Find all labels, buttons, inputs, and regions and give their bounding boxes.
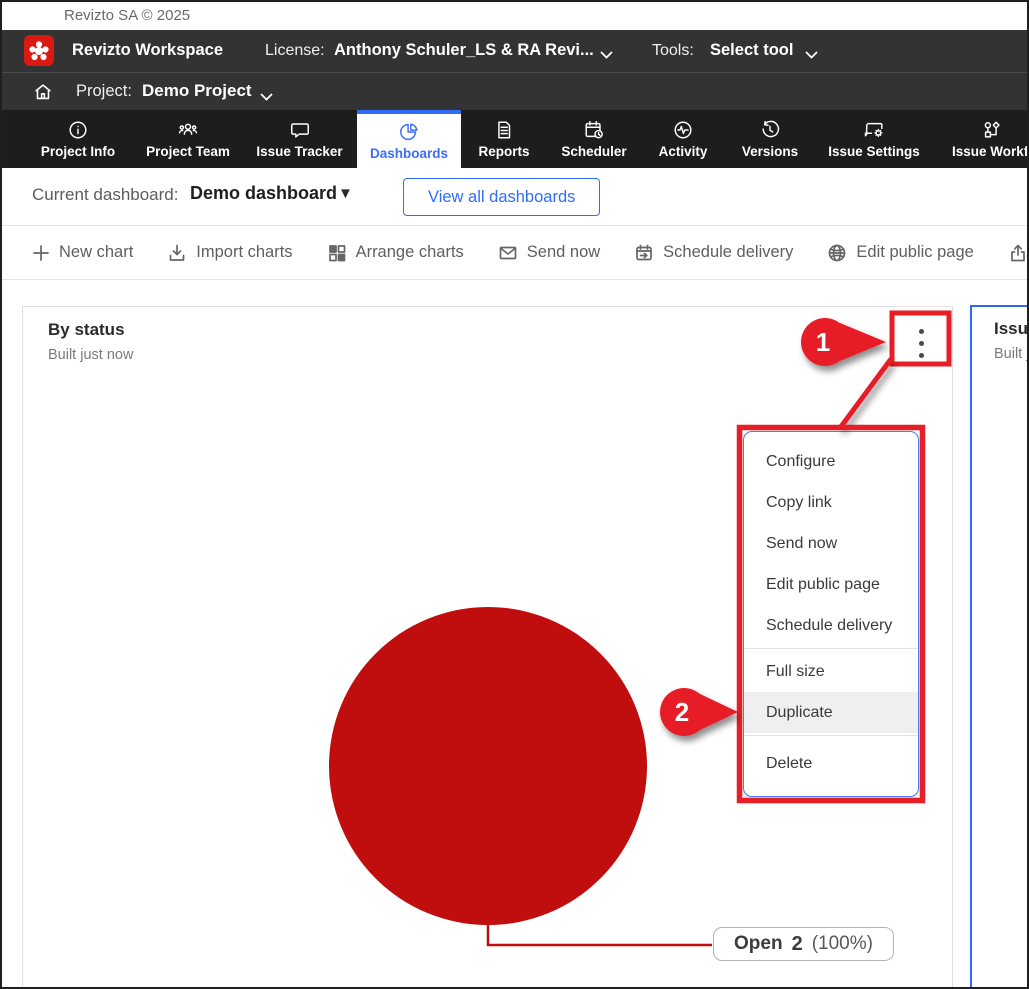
schedule-delivery-button[interactable]: Schedule delivery bbox=[634, 243, 793, 263]
project-bar: Project: Demo Project bbox=[2, 72, 1027, 110]
tools-chevron-down-icon[interactable] bbox=[805, 46, 818, 64]
revizto-workspace-window: Revizto SA © 2025 Revizto Workspace Lice… bbox=[0, 0, 1029, 989]
document-icon bbox=[493, 119, 515, 141]
home-icon[interactable] bbox=[32, 81, 54, 108]
dashboard-dropdown-arrow[interactable]: ▼ bbox=[338, 185, 353, 202]
menu-divider bbox=[744, 648, 918, 649]
license-chevron-down-icon[interactable] bbox=[600, 46, 613, 64]
arrange-charts-button[interactable]: Arrange charts bbox=[327, 243, 464, 263]
menu-item-delete[interactable]: Delete bbox=[744, 744, 918, 784]
export-button[interactable]: Expo bbox=[1008, 243, 1029, 263]
current-dashboard-label: Current dashboard: bbox=[32, 185, 178, 205]
calendar-send-icon bbox=[634, 243, 654, 263]
chart-title: By status bbox=[48, 320, 125, 340]
copyright-text: Revizto SA © 2025 bbox=[64, 7, 190, 24]
globe-icon bbox=[827, 243, 847, 263]
tab-dashboards[interactable]: Dashboards bbox=[357, 110, 461, 168]
workflow-icon bbox=[981, 119, 1003, 141]
export-icon bbox=[1008, 243, 1028, 263]
tools-label: Tools: bbox=[652, 42, 694, 60]
pie-label-percent: (100%) bbox=[812, 933, 873, 955]
dashboard-selector-bar: Current dashboard: Demo dashboard ▼ View… bbox=[2, 168, 1027, 226]
current-dashboard-value[interactable]: Demo dashboard bbox=[190, 183, 337, 204]
grid-icon bbox=[327, 243, 347, 263]
tab-reports[interactable]: Reports bbox=[461, 110, 547, 168]
pulse-icon bbox=[672, 119, 694, 141]
info-icon bbox=[67, 119, 89, 141]
plus-icon bbox=[32, 244, 50, 262]
chart-card-issues: Issue Built j bbox=[970, 305, 1029, 989]
import-charts-button[interactable]: Import charts bbox=[167, 243, 292, 263]
new-chart-button[interactable]: New chart bbox=[32, 243, 133, 262]
project-chevron-down-icon[interactable] bbox=[260, 88, 273, 106]
main-tab-bar: Project Info Project Team Issue Tracker … bbox=[2, 110, 1027, 168]
window-title-strip: Revizto SA © 2025 bbox=[2, 2, 1027, 30]
chat-bubble-icon bbox=[289, 119, 311, 141]
chat-gear-icon bbox=[863, 119, 885, 141]
license-value[interactable]: Anthony Schuler_LS & RA Revi... bbox=[334, 41, 594, 60]
pie-slice-open[interactable] bbox=[329, 607, 647, 925]
menu-item-full-size[interactable]: Full size bbox=[744, 651, 918, 692]
chart-title: Issue bbox=[994, 319, 1029, 339]
tab-scheduler[interactable]: Scheduler bbox=[547, 110, 641, 168]
calendar-clock-icon bbox=[583, 119, 605, 141]
menu-item-schedule-delivery[interactable]: Schedule delivery bbox=[744, 605, 918, 646]
project-value[interactable]: Demo Project bbox=[142, 81, 252, 101]
tab-issue-workflows[interactable]: Issue Workfl bbox=[933, 110, 1029, 168]
chart-subtitle: Built just now bbox=[48, 347, 133, 363]
chart-menu-kebab-icon[interactable] bbox=[912, 321, 930, 365]
menu-item-send-now[interactable]: Send now bbox=[744, 523, 918, 564]
pie-label-count: 2 bbox=[792, 933, 803, 956]
dashboard-toolbar: New chart Import charts Arrange charts S… bbox=[2, 226, 1027, 280]
envelope-icon bbox=[498, 243, 518, 263]
pie-chart-icon bbox=[398, 121, 420, 143]
menu-divider bbox=[744, 735, 918, 736]
tab-activity[interactable]: Activity bbox=[641, 110, 725, 168]
team-icon bbox=[177, 119, 199, 141]
revizto-logo-icon bbox=[24, 35, 54, 66]
edit-public-page-button[interactable]: Edit public page bbox=[827, 243, 973, 263]
tab-issue-tracker[interactable]: Issue Tracker bbox=[242, 110, 357, 168]
license-label: License: bbox=[265, 42, 325, 60]
menu-item-duplicate[interactable]: Duplicate bbox=[744, 692, 918, 733]
pie-data-label: Open 2 (100%) bbox=[713, 927, 894, 961]
app-title: Revizto Workspace bbox=[72, 41, 223, 60]
tab-project-info[interactable]: Project Info bbox=[22, 110, 134, 168]
tab-project-team[interactable]: Project Team bbox=[134, 110, 242, 168]
chart-subtitle: Built j bbox=[994, 346, 1029, 362]
view-all-dashboards-button[interactable]: View all dashboards bbox=[403, 178, 600, 216]
send-now-button[interactable]: Send now bbox=[498, 243, 600, 263]
menu-item-copy-link[interactable]: Copy link bbox=[744, 482, 918, 523]
chart-context-menu: Configure Copy link Send now Edit public… bbox=[743, 431, 919, 797]
pie-label-status: Open bbox=[734, 933, 783, 955]
app-header-bar: Revizto Workspace License: Anthony Schul… bbox=[2, 30, 1027, 72]
tools-value[interactable]: Select tool bbox=[710, 41, 793, 60]
tab-issue-settings[interactable]: Issue Settings bbox=[815, 110, 933, 168]
menu-item-configure[interactable]: Configure bbox=[744, 441, 918, 482]
import-icon bbox=[167, 243, 187, 263]
history-icon bbox=[759, 119, 781, 141]
menu-item-edit-public-page[interactable]: Edit public page bbox=[744, 564, 918, 605]
project-label: Project: bbox=[76, 82, 132, 101]
tab-versions[interactable]: Versions bbox=[725, 110, 815, 168]
